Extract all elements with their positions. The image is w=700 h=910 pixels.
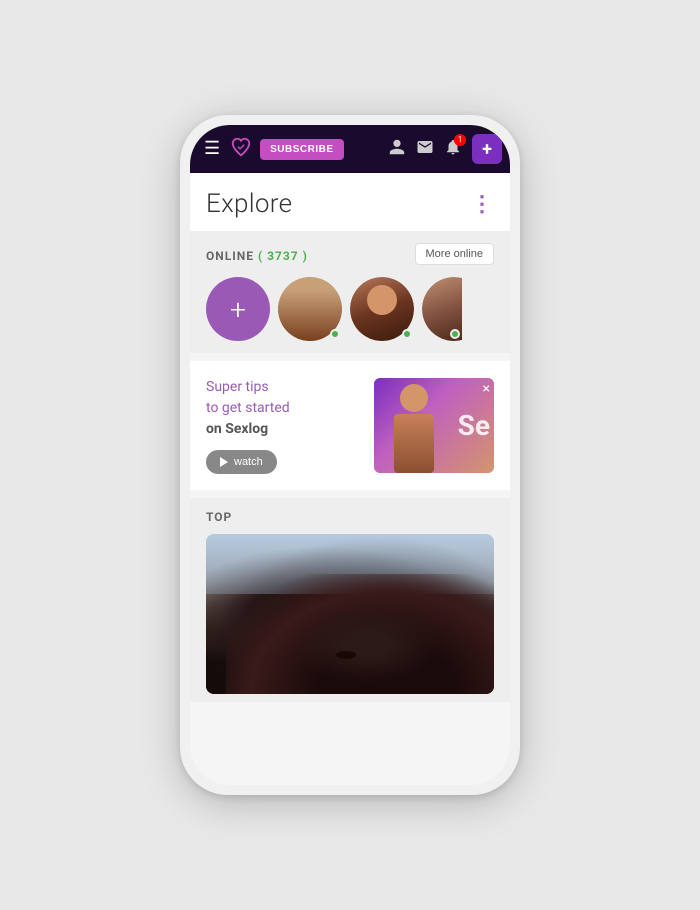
promo-heading: Super tips to get started on Sexlog xyxy=(206,377,366,440)
online-section: ONLINE ( 3737 ) More online + xyxy=(190,231,510,353)
online-label: ONLINE ( 3737 ) xyxy=(206,245,308,264)
subscribe-button[interactable]: SUBSCRIBE xyxy=(260,139,343,160)
top-image[interactable] xyxy=(206,534,494,694)
mail-icon[interactable] xyxy=(416,138,434,161)
more-online-button[interactable]: More online xyxy=(415,243,494,265)
promo-text: Super tips to get started on Sexlog watc… xyxy=(206,377,374,474)
online-header: ONLINE ( 3737 ) More online xyxy=(206,243,494,265)
add-button[interactable]: + xyxy=(472,134,502,164)
online-indicator xyxy=(402,329,412,339)
promo-image-bg: Se xyxy=(374,378,494,473)
online-avatars-list: + xyxy=(206,277,494,341)
promo-banner: Super tips to get started on Sexlog watc… xyxy=(190,361,510,490)
profile-icon[interactable] xyxy=(388,138,406,161)
top-section: TOP xyxy=(190,498,510,702)
promo-close-button[interactable]: × xyxy=(483,382,490,396)
online-user-1[interactable] xyxy=(278,277,342,341)
promo-image: Se × xyxy=(374,378,494,473)
explore-header: Explore ⋮ xyxy=(190,173,510,231)
top-nav: ☰ SUBSCRIBE 1 + xyxy=(190,125,510,173)
online-indicator xyxy=(330,329,340,339)
play-icon xyxy=(220,457,228,467)
promo-se-overlay: Se xyxy=(458,409,490,442)
online-count: ( 3737 ) xyxy=(258,249,308,263)
phone-screen: ☰ SUBSCRIBE 1 + xyxy=(190,125,510,785)
logo-icon xyxy=(230,136,252,163)
bell-icon[interactable]: 1 xyxy=(444,138,462,161)
promo-brand: on Sexlog xyxy=(206,421,268,437)
watch-button[interactable]: watch xyxy=(206,450,277,474)
online-indicator xyxy=(450,329,460,339)
phone-frame: ☰ SUBSCRIBE 1 + xyxy=(180,115,520,795)
online-user-2[interactable] xyxy=(350,277,414,341)
main-content: Explore ⋮ ONLINE ( 3737 ) More online + xyxy=(190,173,510,785)
add-icon[interactable]: + xyxy=(206,277,270,341)
hamburger-icon[interactable]: ☰ xyxy=(198,136,226,162)
add-avatar-button[interactable]: + xyxy=(206,277,270,341)
bell-badge: 1 xyxy=(454,134,466,146)
explore-menu-icon[interactable]: ⋮ xyxy=(471,192,494,217)
online-user-3[interactable] xyxy=(422,277,462,341)
top-label: TOP xyxy=(206,510,494,524)
page-title: Explore xyxy=(206,189,292,219)
